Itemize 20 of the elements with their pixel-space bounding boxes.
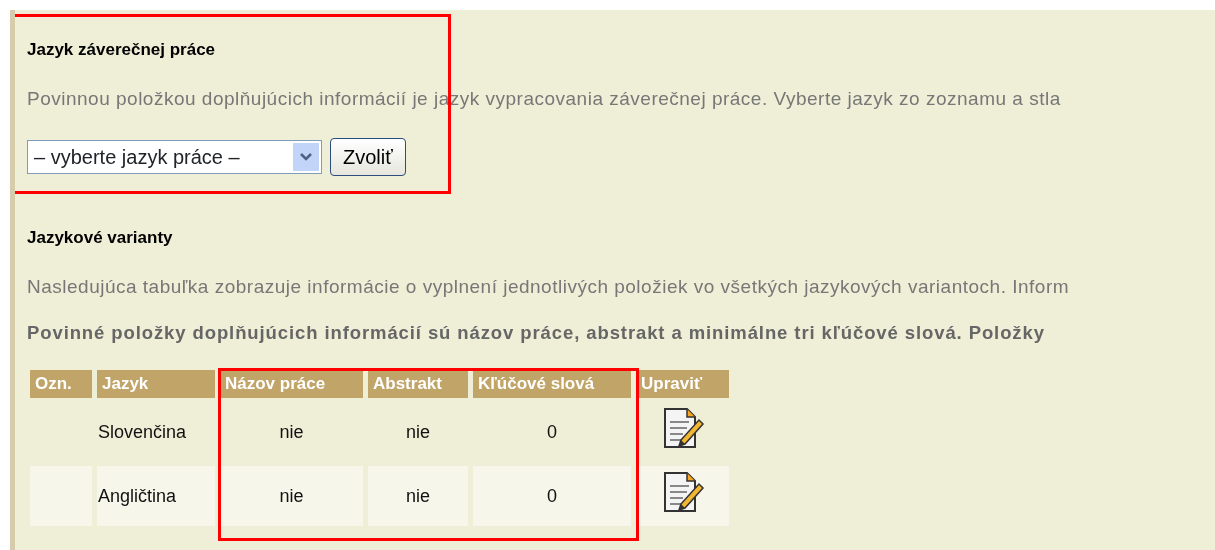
column-header: Abstrakt (368, 370, 468, 398)
table-cell-text: nie (405, 420, 431, 444)
column-header: Ozn. (30, 370, 92, 398)
table-cell: Angličtina (97, 466, 215, 526)
column-header: Jazyk (97, 370, 215, 398)
required-items-text: Povinné položky doplňujúcich informácií sú názov práce, abstrakt a minimálne tri kľúčové slová. Položky (27, 322, 1046, 344)
table-cell: nie (368, 466, 468, 526)
table-cell-text: 0 (546, 420, 558, 444)
table-cell: 0 (473, 466, 631, 526)
column-header: Upraviť (636, 370, 729, 398)
table-cell-text: Slovenčina (97, 420, 188, 444)
language-select[interactable]: – vyberte jazyk práce – (27, 140, 322, 174)
section-heading: Jazyk záverečnej práce (27, 40, 217, 60)
choose-button[interactable]: Zvoliť (330, 138, 406, 176)
description-text: Nasledujúca tabuľka zobrazuje informácie o vyplnení jednotlivých položiek vo všetkých jazykových variantoch. Inform (27, 276, 1071, 298)
section-heading: Jazykové varianty (27, 228, 174, 248)
column-header: Kľúčové slová (473, 370, 631, 398)
table-cell-text: nie (278, 420, 305, 444)
table-cell: nie (220, 466, 363, 526)
column-header: Názov práce (220, 370, 363, 398)
